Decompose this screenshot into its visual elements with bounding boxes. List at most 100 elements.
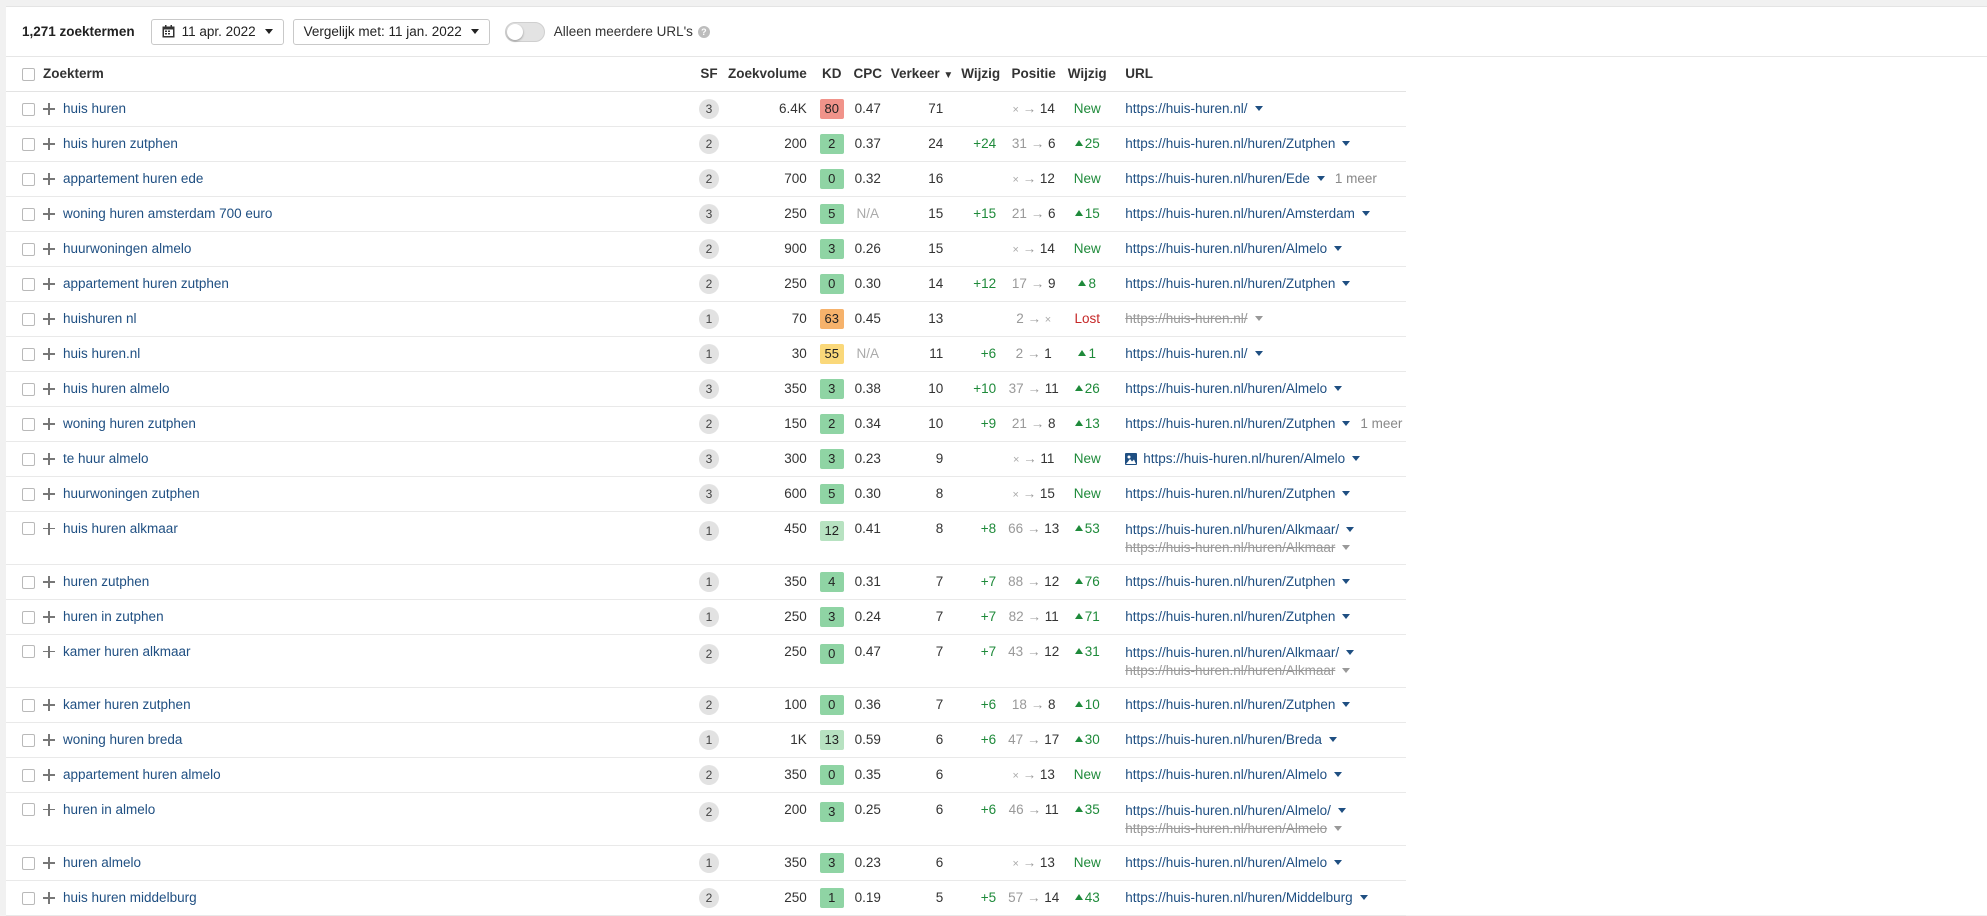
row-checkbox[interactable] [22, 173, 35, 186]
chevron-down-icon[interactable] [1334, 386, 1342, 391]
chevron-down-icon[interactable] [1255, 351, 1263, 356]
keyword-link[interactable]: huishuren nl [63, 311, 137, 326]
keyword-link[interactable]: huren in almelo [63, 802, 155, 817]
chevron-down-icon[interactable] [1342, 421, 1350, 426]
add-icon[interactable] [43, 243, 55, 255]
chevron-down-icon[interactable] [1352, 456, 1360, 461]
chevron-down-icon[interactable] [1334, 772, 1342, 777]
url-link[interactable]: https://huis-huren.nl/huren/Almelo [1125, 766, 1327, 784]
row-checkbox[interactable] [22, 488, 35, 501]
url-link[interactable]: https://huis-huren.nl/huren/Almelo/ [1125, 802, 1331, 820]
chevron-down-icon[interactable] [1342, 281, 1350, 286]
serp-features-badge[interactable]: 3 [699, 204, 719, 224]
chevron-down-icon[interactable] [1346, 527, 1354, 532]
url-link[interactable]: https://huis-huren.nl/huren/Zutphen [1125, 275, 1335, 293]
keyword-link[interactable]: huren zutphen [63, 574, 149, 589]
chevron-down-icon[interactable] [1334, 860, 1342, 865]
serp-features-badge[interactable]: 2 [699, 802, 719, 822]
serp-features-badge[interactable]: 1 [699, 344, 719, 364]
keyword-link[interactable]: huurwoningen almelo [63, 241, 191, 256]
keyword-link[interactable]: kamer huren zutphen [63, 697, 191, 712]
serp-features-badge[interactable]: 2 [699, 765, 719, 785]
chevron-down-icon[interactable] [1338, 808, 1346, 813]
chevron-down-icon[interactable] [1362, 211, 1370, 216]
chevron-down-icon[interactable] [1346, 650, 1354, 655]
row-checkbox[interactable] [22, 453, 35, 466]
help-icon[interactable]: ? [698, 26, 710, 38]
row-checkbox[interactable] [22, 243, 35, 256]
add-icon[interactable] [43, 576, 55, 588]
keyword-link[interactable]: appartement huren ede [63, 171, 203, 186]
chevron-down-icon[interactable] [1342, 702, 1350, 707]
url-link[interactable]: https://huis-huren.nl/huren/Alkmaar/ [1125, 521, 1339, 539]
url-link[interactable]: https://huis-huren.nl/huren/Ede [1125, 170, 1310, 188]
keyword-link[interactable]: huren in zutphen [63, 609, 164, 624]
keyword-link[interactable]: woning huren amsterdam 700 euro [63, 206, 272, 221]
header-url[interactable]: URL [1111, 57, 1406, 91]
keyword-link[interactable]: huren almelo [63, 855, 141, 870]
url-link[interactable]: https://huis-huren.nl/huren/Middelburg [1125, 889, 1352, 907]
chevron-down-icon[interactable] [1342, 545, 1350, 550]
url-link[interactable]: https://huis-huren.nl/ [1125, 345, 1247, 363]
serp-features-badge[interactable]: 2 [699, 169, 719, 189]
url-link[interactable]: https://huis-huren.nl/huren/Zutphen [1125, 485, 1335, 503]
add-icon[interactable] [43, 804, 55, 816]
add-icon[interactable] [43, 769, 55, 781]
row-checkbox[interactable] [22, 383, 35, 396]
keyword-link[interactable]: huis huren [63, 101, 126, 116]
add-icon[interactable] [43, 103, 55, 115]
keyword-link[interactable]: huis huren.nl [63, 346, 140, 361]
row-checkbox[interactable] [22, 313, 35, 326]
add-icon[interactable] [43, 646, 55, 658]
serp-features-badge[interactable]: 1 [699, 309, 719, 329]
serp-features-badge[interactable]: 3 [699, 484, 719, 504]
url-link[interactable]: https://huis-huren.nl/huren/Breda [1125, 731, 1322, 749]
url-link[interactable]: https://huis-huren.nl/huren/Zutphen [1125, 608, 1335, 626]
add-icon[interactable] [43, 523, 55, 535]
add-icon[interactable] [43, 453, 55, 465]
add-icon[interactable] [43, 173, 55, 185]
chevron-down-icon[interactable] [1255, 316, 1263, 321]
chevron-down-icon[interactable] [1342, 491, 1350, 496]
serp-features-badge[interactable]: 1 [699, 521, 719, 541]
chevron-down-icon[interactable] [1317, 176, 1325, 181]
add-icon[interactable] [43, 418, 55, 430]
serp-features-badge[interactable]: 1 [699, 572, 719, 592]
serp-features-badge[interactable]: 1 [699, 730, 719, 750]
keyword-link[interactable]: woning huren zutphen [63, 416, 196, 431]
serp-features-badge[interactable]: 3 [699, 449, 719, 469]
row-checkbox[interactable] [22, 348, 35, 361]
add-icon[interactable] [43, 611, 55, 623]
serp-features-badge[interactable]: 2 [699, 414, 719, 434]
url-link[interactable]: https://huis-huren.nl/huren/Zutphen [1125, 135, 1335, 153]
row-checkbox[interactable] [22, 803, 35, 816]
url-link[interactable]: https://huis-huren.nl/huren/Almelo [1125, 854, 1327, 872]
serp-features-badge[interactable]: 3 [699, 99, 719, 119]
add-icon[interactable] [43, 699, 55, 711]
serp-features-badge[interactable]: 2 [699, 239, 719, 259]
keyword-link[interactable]: huis huren middelburg [63, 890, 197, 905]
serp-features-badge[interactable]: 3 [699, 379, 719, 399]
header-kd[interactable]: KD [815, 57, 849, 91]
serp-features-badge[interactable]: 2 [699, 274, 719, 294]
row-checkbox[interactable] [22, 699, 35, 712]
add-icon[interactable] [43, 138, 55, 150]
row-checkbox[interactable] [22, 208, 35, 221]
row-checkbox[interactable] [22, 278, 35, 291]
row-checkbox[interactable] [22, 576, 35, 589]
header-cpc[interactable]: CPC [849, 57, 887, 91]
url-link[interactable]: https://huis-huren.nl/huren/Almelo [1143, 450, 1345, 468]
more-urls-link[interactable]: 1 meer [1335, 170, 1377, 188]
add-icon[interactable] [43, 488, 55, 500]
header-volume[interactable]: Zoekvolume [724, 57, 815, 91]
chevron-down-icon[interactable] [1334, 246, 1342, 251]
row-checkbox[interactable] [22, 103, 35, 116]
url-link[interactable]: https://huis-huren.nl/huren/Zutphen [1125, 573, 1335, 591]
row-checkbox[interactable] [22, 769, 35, 782]
header-traffic-change[interactable]: Wijzig [957, 57, 1004, 91]
add-icon[interactable] [43, 208, 55, 220]
keyword-link[interactable]: appartement huren zutphen [63, 276, 229, 291]
add-icon[interactable] [43, 383, 55, 395]
keyword-link[interactable]: woning huren breda [63, 732, 182, 747]
add-icon[interactable] [43, 734, 55, 746]
